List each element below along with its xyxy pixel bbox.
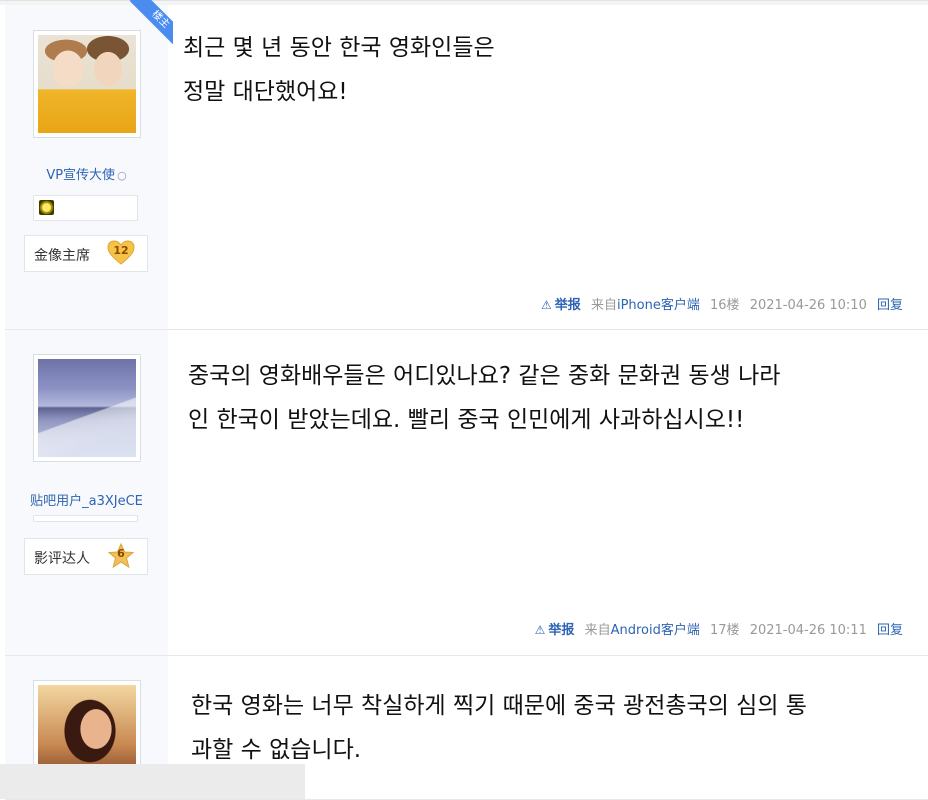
- content-line: 최근 몇 년 동안 한국 영화인들은: [183, 35, 495, 61]
- post-floor-17: 贴吧用户_a3XJeCE 影评达人 6 중국의 영화배우들은 어디있나요? 같은…: [5, 330, 928, 656]
- horizontal-scrollbar[interactable]: [0, 764, 305, 799]
- report-link[interactable]: ⚠ 举报: [541, 298, 581, 313]
- content-line: 정말 대단했어요!: [183, 79, 348, 105]
- user-level-badge[interactable]: 影评达人 6: [24, 538, 148, 575]
- reply-link[interactable]: 回复: [877, 623, 903, 638]
- warning-triangle-icon: ⚠: [541, 298, 552, 312]
- author-name-link[interactable]: 贴吧用户_a3XJeCE: [5, 490, 168, 509]
- content-line: 중국의 영화배우들은 어디있나요? 같은 중화 문화권 동생 나라: [188, 363, 781, 389]
- floor-number: 16楼: [710, 298, 740, 313]
- author-panel: VP宣传大使 ○ 金像主席 12: [5, 5, 168, 329]
- floor-number: 17楼: [710, 623, 740, 638]
- warning-triangle-icon: ⚠: [534, 623, 546, 637]
- content-line: 인 한국이 받았는데요. 빨리 중국 인민에게 사과하십시오!!: [188, 407, 745, 433]
- badge-strip: [33, 195, 138, 221]
- level-name: 影评达人: [34, 551, 90, 567]
- content-line: 한국 영화는 너무 착실하게 찍기 때문에 중국 광전총국의 심의 통: [191, 693, 807, 719]
- author-panel: 贴吧用户_a3XJeCE 影评达人 6: [5, 330, 168, 655]
- level-heart-icon: 12: [107, 240, 135, 266]
- post-content: 중국의 영화배우들은 어디있나요? 같은 중화 문화권 동생 나라 인 한국이 …: [188, 354, 918, 442]
- post-timestamp: 2021-04-26 10:11: [749, 623, 867, 638]
- source-client-link[interactable]: iPhone客户端: [617, 298, 700, 313]
- level-name: 金像主席: [34, 248, 90, 264]
- avatar-image: [38, 359, 136, 457]
- post-content: 한국 영화는 너무 착실하게 찍기 때문에 중국 광전총국의 심의 통 과할 수…: [191, 684, 918, 772]
- badge-strip: [33, 515, 138, 522]
- level-number: 6: [117, 547, 125, 560]
- op-tag: 楼主: [121, 0, 173, 52]
- source-prefix: 来自: [590, 298, 617, 313]
- level-number: 12: [113, 244, 129, 257]
- user-level-badge[interactable]: 金像主席 12: [24, 235, 148, 272]
- avatar[interactable]: [33, 354, 141, 462]
- author-name-link[interactable]: VP宣传大使 ○: [5, 164, 168, 183]
- report-link[interactable]: ⚠ 举报: [535, 623, 575, 638]
- post-timestamp: 2021-04-26 10:10: [749, 298, 867, 313]
- op-tag-label: 楼主: [129, 0, 173, 51]
- source-client-link[interactable]: Android客户端: [611, 623, 700, 638]
- level-star-icon: 6: [107, 542, 135, 569]
- ring-icon: ○: [117, 169, 127, 182]
- reply-link[interactable]: 回复: [877, 298, 903, 313]
- post-content: 최근 몇 년 동안 한국 영화인들은 정말 대단했어요!: [183, 26, 918, 114]
- post-floor-16: VP宣传大使 ○ 金像主席 12 楼主 최근 몇 년 동안 한국 영화인들은 정말…: [5, 0, 928, 330]
- post-tail: ⚠ 举报 来自Android客户端 17楼 2021-04-26 10:11 回复: [535, 619, 903, 638]
- post-tail: ⚠ 举报 来自iPhone客户端 16楼 2021-04-26 10:10 回复: [541, 294, 903, 313]
- source-prefix: 来自: [584, 623, 611, 638]
- medal-icon[interactable]: [39, 200, 54, 215]
